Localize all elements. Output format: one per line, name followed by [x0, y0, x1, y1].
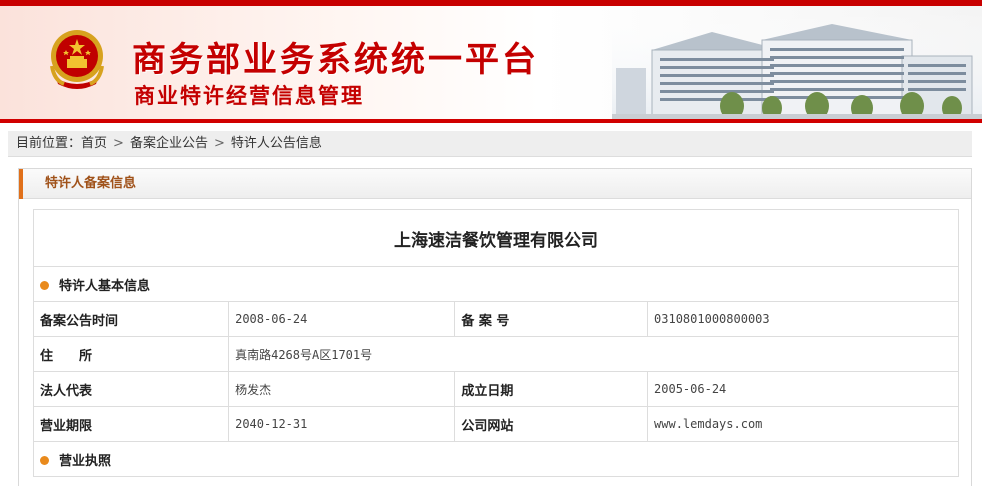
website-label: 公司网站 — [454, 406, 649, 442]
table-row: 营业执照 — [33, 441, 959, 477]
section-basic-info-label: 特许人基本信息 — [59, 278, 151, 294]
national-emblem-icon — [50, 30, 104, 89]
record-no-value: 0310801000800003 — [647, 301, 959, 337]
company-name: 上海速洁餐饮管理有限公司 — [33, 209, 959, 267]
legal-rep-label: 法人代表 — [32, 371, 230, 407]
founded-date-value: 2005-06-24 — [647, 371, 959, 407]
breadcrumb-prefix: 目前位置： — [16, 136, 82, 151]
site-subtitle: 商业特许经营信息管理 — [134, 84, 364, 108]
header-top-line — [0, 0, 982, 6]
page: 商务部业务系统统一平台 商业特许经营信息管理 目前位置：首页 > 备案企业公告 … — [0, 0, 982, 486]
section-business-license: 营业执照 — [33, 441, 959, 477]
breadcrumb-item-current: 特许人公告信息 — [230, 136, 322, 151]
table-row: 备案公告时间 2008-06-24 备 案 号 0310801000800003 — [32, 301, 959, 337]
website-value[interactable]: www.lemdays.com — [647, 406, 959, 442]
announce-date-label: 备案公告时间 — [32, 301, 230, 337]
bullet-dot-icon — [40, 455, 49, 465]
breadcrumb: 目前位置：首页 > 备案企业公告 > 特许人公告信息 — [8, 131, 972, 157]
table-row: 住 所 真南路4268号A区1701号 — [32, 336, 959, 372]
table-row: 营业期限 2040-12-31 公司网站 www.lemdays.com — [32, 406, 959, 442]
breadcrumb-item-announcements[interactable]: 备案企业公告 — [130, 131, 208, 157]
section-basic-info: 特许人基本信息 — [33, 266, 959, 302]
chevron-right-icon: > — [113, 136, 124, 151]
site-title: 商务部业务系统统一平台 — [132, 40, 539, 80]
section-business-license-label: 营业执照 — [59, 453, 112, 469]
panel-header: 特许人备案信息 — [19, 169, 971, 199]
panel-title: 特许人备案信息 — [45, 176, 137, 191]
table-row: 上海速洁餐饮管理有限公司 — [33, 209, 959, 267]
announce-date-value: 2008-06-24 — [228, 301, 456, 337]
chevron-right-icon: > — [213, 136, 225, 151]
table-row: 特许人基本信息 — [33, 266, 959, 302]
franchisor-info-table: 上海速洁餐饮管理有限公司 特许人基本信息 备案公告时间 2008-06-24 备… — [32, 209, 959, 477]
record-no-label: 备 案 号 — [454, 301, 649, 337]
business-term-value: 2040-12-31 — [228, 406, 456, 442]
table-row: 法人代表 杨发杰 成立日期 2005-06-24 — [32, 371, 959, 407]
franchisor-info-panel: 特许人备案信息 上海速洁餐饮管理有限公司 特许人基本信息 备案公告时间 2008… — [18, 168, 972, 486]
bullet-dot-icon — [40, 280, 49, 290]
address-label: 住 所 — [32, 336, 230, 372]
business-term-label: 营业期限 — [32, 406, 230, 442]
header-banner: 商务部业务系统统一平台 商业特许经营信息管理 — [0, 0, 982, 123]
panel-header-accent — [19, 169, 23, 199]
ministry-building-image — [612, 10, 982, 119]
founded-date-label: 成立日期 — [454, 371, 649, 407]
legal-rep-value: 杨发杰 — [228, 371, 456, 407]
address-value: 真南路4268号A区1701号 — [228, 336, 959, 372]
breadcrumb-item-home[interactable]: 首页 — [81, 131, 107, 157]
